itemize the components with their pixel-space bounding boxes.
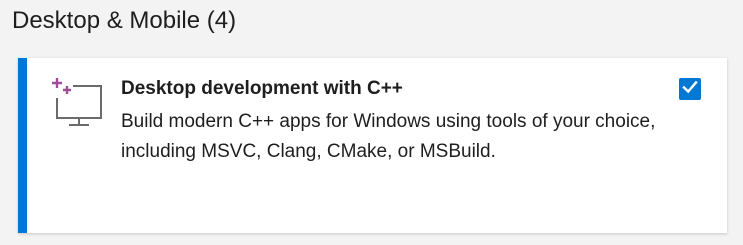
selected-indicator-bar: [18, 58, 27, 233]
workload-description: Build modern C++ apps for Windows using …: [121, 111, 656, 162]
desktop-monitor-icon: [51, 76, 103, 128]
section-title: Desktop & Mobile (4): [12, 7, 237, 34]
workload-title: Desktop development with C++: [121, 78, 403, 99]
workload-checkbox[interactable]: [679, 78, 701, 100]
checkmark-icon: [681, 78, 699, 101]
workload-card-desktop-cpp[interactable]: Desktop development with C++ Build moder…: [18, 58, 727, 233]
